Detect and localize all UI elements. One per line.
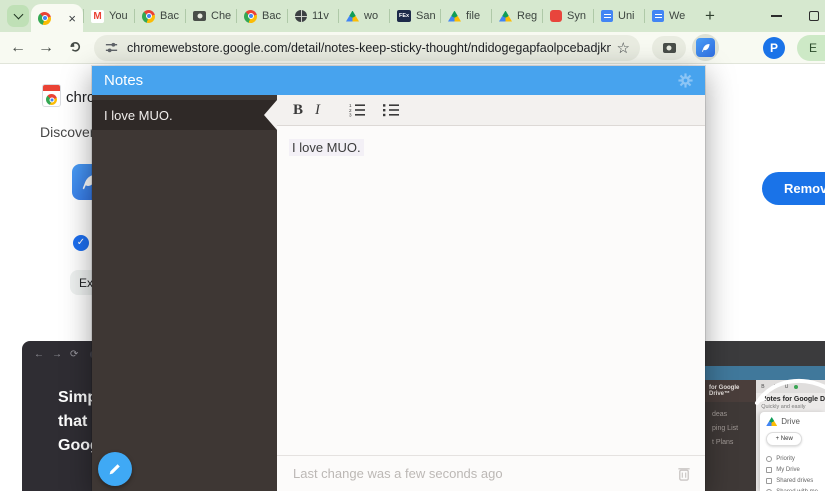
drive-menu-item: Priority [776, 456, 795, 462]
selected-notch [264, 100, 277, 130]
tab-11v[interactable]: 11v [287, 0, 338, 32]
url-text[interactable]: chromewebstore.google.com/detail/notes-k… [127, 41, 611, 55]
notes-extension-popup: Notes I love MUO. [92, 66, 705, 491]
note-editor: B I 123 [277, 95, 705, 491]
promo-mini-toolbar: B I U [761, 384, 792, 390]
drive-icon [499, 11, 512, 22]
page-content: chro Discover ✓ Ex Remove f ← → ⟳ Simp t… [0, 64, 825, 491]
address-bar[interactable]: chromewebstore.google.com/detail/notes-k… [94, 35, 640, 61]
popup-title: Notes [104, 72, 143, 89]
pencil-icon [107, 461, 123, 477]
editor-toolbar: B I 123 [277, 95, 705, 126]
drive-new-button: + New [766, 432, 802, 446]
screenshot-tool-button[interactable] [652, 36, 686, 60]
tab-syn[interactable]: Syn [542, 0, 593, 32]
promo-sidebar-item: ping List [705, 422, 756, 436]
promo-sidebar-header: for Google Drive™ [705, 380, 756, 402]
promo-sidebar-item: t Plans [705, 436, 756, 450]
reload-icon [67, 38, 82, 53]
green-dot-icon [794, 385, 798, 389]
note-text-area[interactable]: I love MUO. [277, 126, 705, 455]
tab-file[interactable]: file [440, 0, 491, 32]
camera-icon [663, 43, 676, 53]
maximize-button[interactable] [809, 11, 819, 21]
drive-icon [346, 11, 359, 22]
verified-badge-icon: ✓ [73, 235, 89, 251]
editor-footer: Last change was a few seconds ago [277, 455, 705, 491]
tab-bac-1[interactable]: Bac [134, 0, 185, 32]
drive-menu-item: Shared drives [776, 478, 813, 484]
red-site-icon [550, 10, 562, 22]
drive-mini-panel: Drive + New Priority My Drive Shared dri… [760, 412, 825, 491]
new-tab-button[interactable]: + [705, 6, 715, 26]
bullet-list-button[interactable] [383, 103, 405, 117]
promo-sidebar-item: deas [705, 408, 756, 422]
profile-edge-chip[interactable]: E [797, 35, 825, 61]
note-list-item-selected[interactable]: I love MUO. [92, 100, 277, 130]
site-settings-icon[interactable] [104, 40, 119, 55]
chevron-down-icon [13, 10, 23, 20]
chrome-icon [244, 10, 257, 23]
tab-we[interactable]: We [644, 0, 695, 32]
tab-che[interactable]: Che [185, 0, 236, 32]
notes-extension-button[interactable] [692, 34, 719, 61]
note-item-label: I love MUO. [104, 108, 173, 123]
tab-strip: × M You Bac Che Bac 11v wo FEx San file … [0, 0, 825, 32]
notes-extension-icon [696, 38, 715, 57]
new-note-button[interactable] [98, 452, 132, 486]
delete-note-button[interactable] [677, 466, 691, 481]
close-tab-icon[interactable]: × [68, 12, 76, 25]
tab-uni[interactable]: Uni [593, 0, 644, 32]
forward-button[interactable]: → [32, 39, 60, 57]
webstore-brand-text: chro [66, 89, 95, 106]
tab-active-webstore[interactable]: × [31, 4, 83, 32]
nav-discover[interactable]: Discover [40, 124, 94, 140]
notes-list-sidebar: I love MUO. [92, 95, 277, 491]
tab-bac-2[interactable]: Bac [236, 0, 287, 32]
drive-icon [766, 417, 777, 426]
tab-search-button[interactable] [7, 5, 29, 27]
camera-icon [193, 11, 206, 21]
bullet-list-icon [383, 103, 399, 117]
settings-gear-icon[interactable] [677, 72, 694, 89]
promo-card-title: Notes for Google D [756, 393, 825, 403]
tab-reg[interactable]: Reg [491, 0, 542, 32]
mini-forward-icon: → [52, 349, 62, 360]
trash-icon [677, 466, 691, 481]
fex-icon: FEx [397, 10, 411, 22]
drive-app-name: Drive [781, 417, 800, 426]
note-text: I love MUO. [289, 139, 364, 156]
tab-wo[interactable]: wo [338, 0, 389, 32]
mini-reload-icon: ⟳ [70, 349, 78, 360]
browser-toolbar: ← → chromewebstore.google.com/detail/not… [0, 32, 825, 64]
remove-extension-button[interactable]: Remove f [762, 172, 825, 205]
gmail-icon: M [91, 10, 104, 23]
bookmark-star-icon[interactable]: ☆ [617, 39, 630, 57]
chrome-webstore-logo [42, 84, 61, 107]
ordered-list-button[interactable]: 123 [349, 103, 371, 117]
back-button[interactable]: ← [4, 39, 32, 57]
ordered-list-icon: 123 [349, 103, 365, 117]
tab-you[interactable]: M You [83, 0, 134, 32]
tab-san[interactable]: FEx San [389, 0, 440, 32]
reload-button[interactable] [60, 38, 88, 58]
drive-menu-item: My Drive [776, 467, 800, 473]
minimize-button[interactable] [771, 15, 782, 17]
promo-card-subtitle: Quickly and easily [756, 403, 825, 412]
mini-back-icon: ← [34, 349, 44, 360]
blue-doc-icon [601, 10, 613, 22]
svg-text:3: 3 [349, 113, 352, 117]
italic-button[interactable]: I [315, 102, 337, 119]
promo-screenshot-right[interactable]: for Google Drive™ deas ping List t Plans… [705, 341, 825, 491]
popup-header: Notes [92, 66, 705, 95]
chrome-icon [142, 10, 155, 23]
blue-doc-icon [652, 10, 664, 22]
drive-icon [448, 11, 461, 22]
profile-avatar[interactable]: P [763, 37, 785, 59]
bold-button[interactable]: B [293, 102, 315, 119]
globe-icon [295, 10, 307, 22]
chrome-webstore-icon [38, 12, 51, 25]
last-change-status: Last change was a few seconds ago [293, 466, 503, 481]
